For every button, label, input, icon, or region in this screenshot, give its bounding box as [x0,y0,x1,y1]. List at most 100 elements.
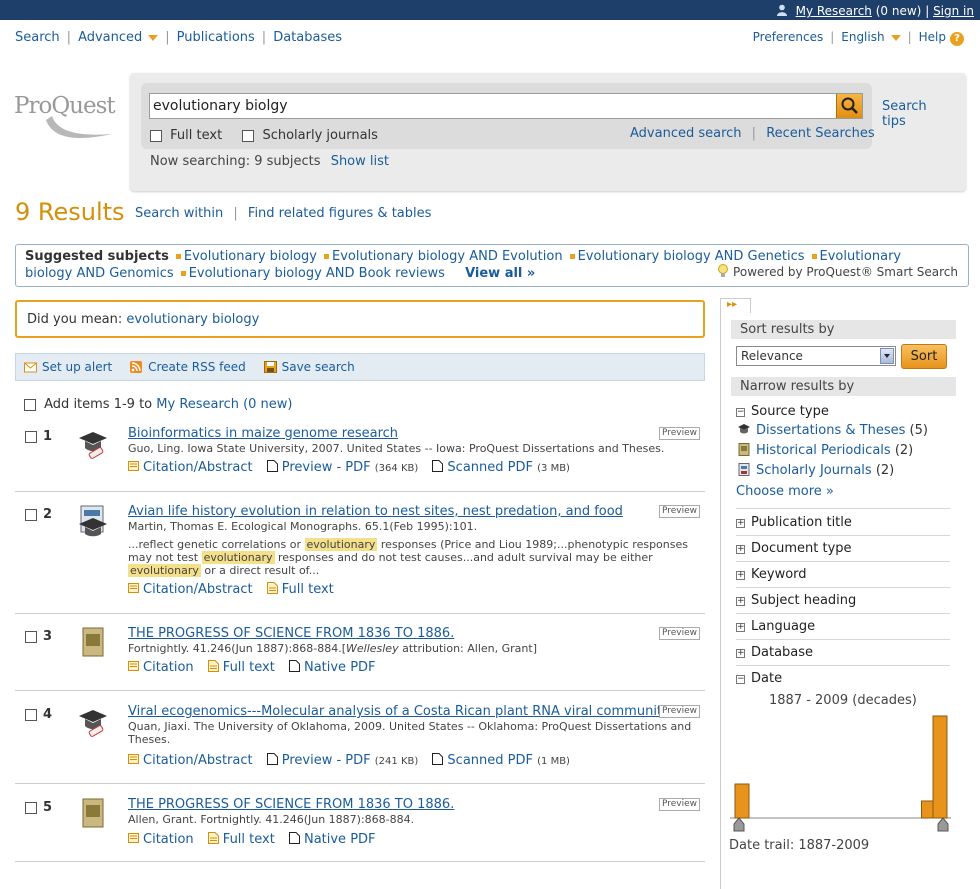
native-pdf-link[interactable]: Native PDF [304,832,376,847]
search-links: Advanced search | Recent Searches [630,126,875,141]
help-icon[interactable]: ? [950,32,964,46]
expand-icon[interactable]: + [736,623,745,632]
search-tips-line1[interactable]: Search [882,99,927,114]
facet-subject-heading[interactable]: + Subject heading [736,590,950,614]
citation-link[interactable]: Citation [143,832,194,847]
facet-date[interactable]: − Date [736,668,950,692]
scanned-pdf-link[interactable]: Scanned PDF [447,753,533,768]
facet-document-type[interactable]: + Document type [736,538,950,562]
preview-button[interactable]: Preview [658,705,700,718]
nav-publications[interactable]: Publications [177,30,255,45]
result-checkbox[interactable] [25,509,37,521]
select-all-checkbox[interactable] [24,398,36,411]
nav-databases[interactable]: Databases [273,30,342,45]
advanced-search-link[interactable]: Advanced search [630,126,742,141]
expand-icon[interactable]: + [736,571,745,580]
choose-more[interactable]: Choose more » [736,484,834,499]
expand-icon[interactable]: + [736,649,745,658]
set-up-alert-link[interactable]: Set up alert [42,360,112,374]
did-you-mean-suggestion[interactable]: evolutionary biology [126,312,259,327]
suggested-subject-1[interactable]: Evolutionary biology [184,249,317,264]
citation-abstract-link[interactable]: Citation/Abstract [143,582,253,597]
full-text-checkbox[interactable] [150,129,162,142]
bullet-icon [569,254,575,259]
preview-button[interactable]: Preview [658,505,700,518]
facet-source-type[interactable]: − Source type [736,401,950,425]
suggested-subject-3[interactable]: Evolutionary biology AND Genetics [578,249,805,264]
source-item[interactable]: Scholarly Journals (2) [737,463,894,478]
search-tips-line2[interactable]: tips [882,114,906,129]
my-research-link[interactable]: My Research [796,4,872,18]
citation-abstract-link[interactable]: Citation/Abstract [143,460,253,475]
citation-abstract-link[interactable]: Citation/Abstract [143,753,253,768]
date-histogram[interactable] [728,706,953,836]
preferences-link[interactable]: Preferences [753,30,824,44]
facet-database[interactable]: + Database [736,642,950,666]
collapse-sidebar-icon[interactable]: ▸▸ [721,298,751,313]
native-pdf-link[interactable]: Native PDF [304,660,376,675]
result-title[interactable]: Bioinformatics in maize genome research [128,426,398,441]
suggested-subject-4a[interactable]: Evolutionary [820,249,902,264]
save-search-link[interactable]: Save search [282,360,355,374]
rss-feed-link[interactable]: Create RSS feed [148,360,246,374]
search-tips-link[interactable]: Search tips [882,99,927,129]
preview-button[interactable]: Preview [658,798,700,811]
suggested-subject-5[interactable]: Evolutionary biology AND Book reviews [189,266,445,281]
collapse-icon[interactable]: − [736,675,745,684]
preview-pdf-link[interactable]: Preview - PDF [282,460,371,475]
result-checkbox[interactable] [25,431,37,443]
scholarly-checkbox[interactable] [242,129,255,142]
help-link[interactable]: Help [919,30,946,44]
nav-advanced[interactable]: Advanced [78,30,142,45]
full-text-link[interactable]: Full text [282,582,334,597]
result-title[interactable]: Viral ecogenomics---Molecular analysis o… [128,704,670,719]
facet-keyword[interactable]: + Keyword [736,564,950,588]
preview-button[interactable]: Preview [658,427,700,440]
preview-button[interactable]: Preview [658,627,700,640]
view-all-link[interactable]: View all » [465,266,535,281]
result-title[interactable]: Avian life history evolution in relation… [128,504,623,519]
result-checkbox[interactable] [25,709,37,721]
collapse-icon[interactable]: − [736,408,745,417]
expand-icon[interactable]: + [736,519,745,528]
result-checkbox[interactable] [25,631,37,643]
sort-select[interactable]: Relevance [736,346,896,366]
search-input[interactable]: evolutionary biolgy [149,93,863,119]
result-checkbox[interactable] [25,802,37,814]
scanned-pdf-link[interactable]: Scanned PDF [447,460,533,475]
language-link[interactable]: English [841,30,884,44]
suggested-subject-4b[interactable]: biology AND Genomics [25,266,174,281]
source-item[interactable]: Dissertations & Theses (5) [737,423,928,438]
choose-more-link[interactable]: Choose more » [736,484,834,499]
show-list-link[interactable]: Show list [331,154,389,169]
citation-link[interactable]: Citation [143,660,194,675]
expand-icon[interactable]: + [736,545,745,554]
chevron-down-icon[interactable] [148,34,159,41]
chevron-down-icon[interactable] [890,34,901,41]
result-title[interactable]: THE PROGRESS OF SCIENCE FROM 1836 TO 188… [128,797,454,812]
dropdown-arrow-icon[interactable] [880,348,894,364]
facet-language[interactable]: + Language [736,616,950,640]
divider: | [925,4,930,18]
source-historical-link[interactable]: Historical Periodicals [756,443,891,458]
did-you-mean: Did you mean: evolutionary biology [15,300,705,338]
source-dissertations-link[interactable]: Dissertations & Theses [756,423,905,438]
my-research-target-link[interactable]: My Research (0 new) [156,397,292,412]
result-title[interactable]: THE PROGRESS OF SCIENCE FROM 1836 TO 188… [128,626,454,641]
preview-pdf-link[interactable]: Preview - PDF [282,753,371,768]
find-related-link[interactable]: Find related figures & tables [248,206,432,221]
sign-in-link[interactable]: Sign in [933,4,974,18]
search-within-link[interactable]: Search within [135,206,223,221]
source-scholarly-link[interactable]: Scholarly Journals [756,463,872,478]
facet-publication-title[interactable]: + Publication title [736,512,950,536]
range-end-handle [937,817,949,832]
expand-icon[interactable]: + [736,597,745,606]
recent-searches-link[interactable]: Recent Searches [766,126,875,141]
full-text-link[interactable]: Full text [223,832,275,847]
sort-button[interactable]: Sort [901,344,947,369]
search-button[interactable] [836,94,862,118]
nav-search[interactable]: Search [15,30,60,45]
full-text-link[interactable]: Full text [223,660,275,675]
source-item[interactable]: Historical Periodicals (2) [737,443,913,458]
suggested-subject-2[interactable]: Evolutionary biology AND Evolution [332,249,563,264]
